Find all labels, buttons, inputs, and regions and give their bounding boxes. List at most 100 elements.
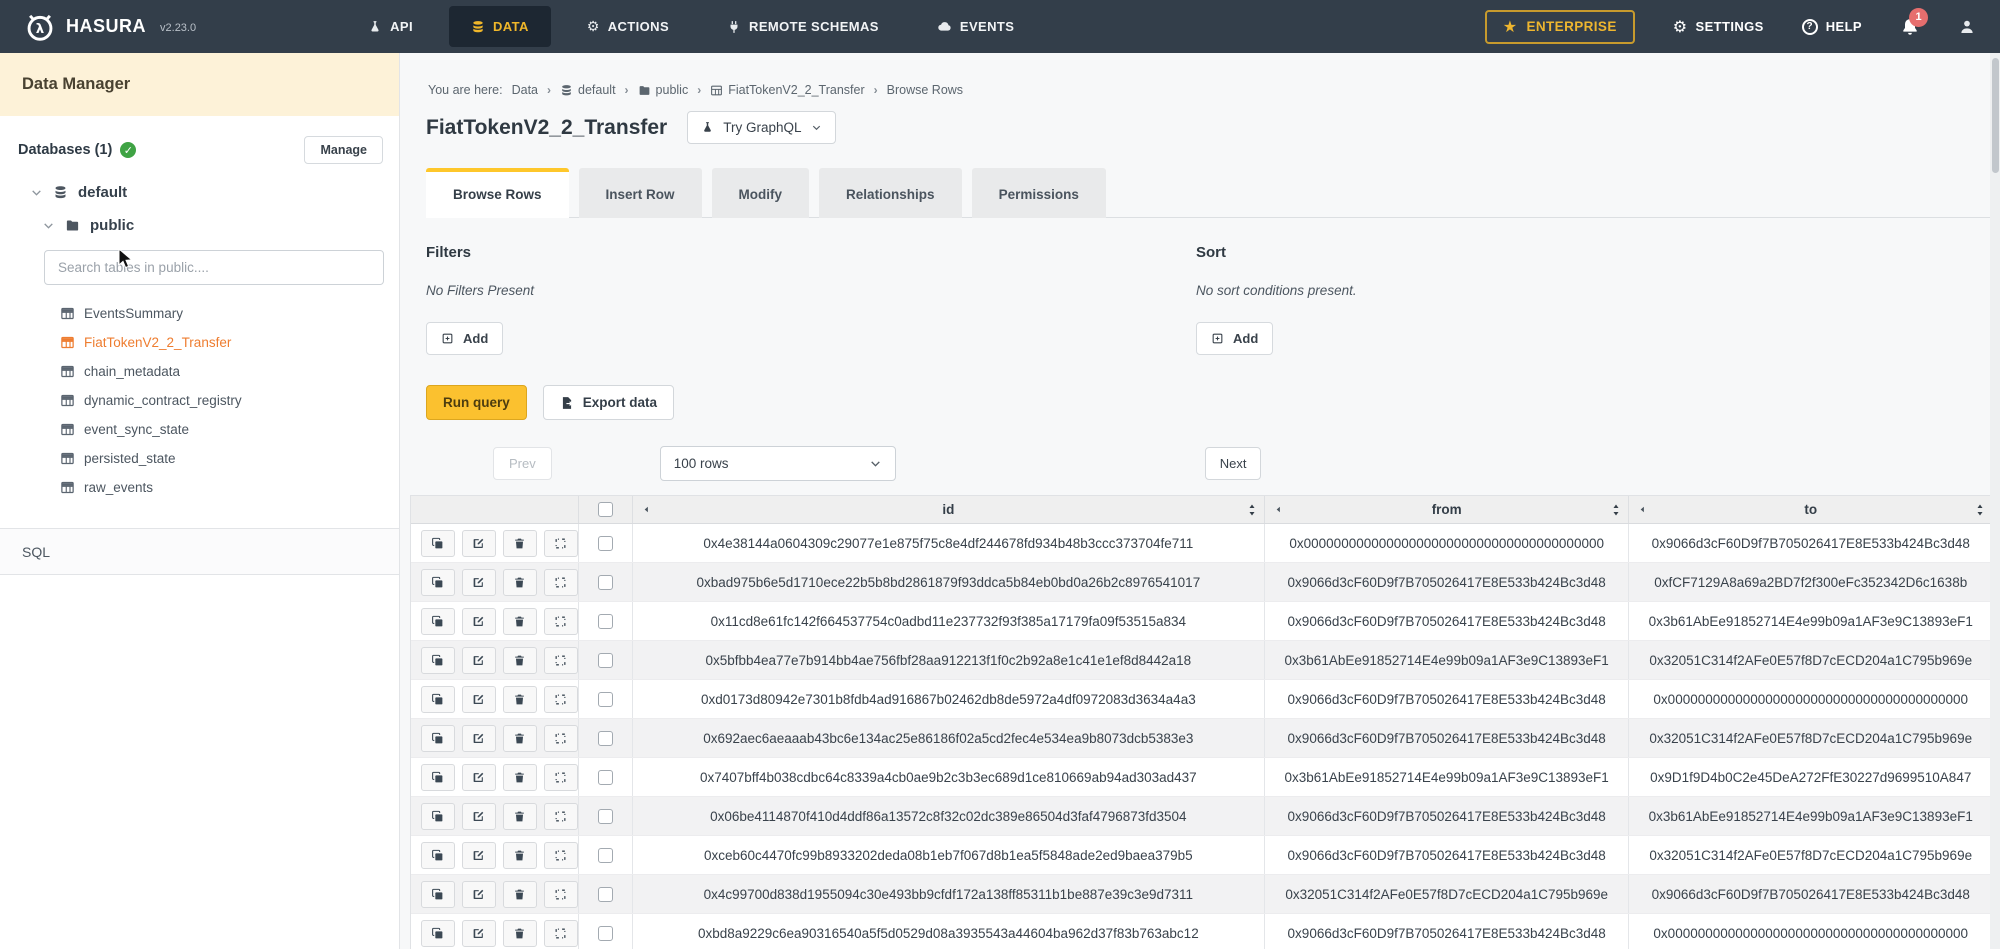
column-header-to[interactable]: to	[1629, 496, 1992, 523]
search-tables-input[interactable]	[44, 250, 384, 285]
row-checkbox[interactable]	[598, 731, 613, 746]
sidebar-table-item[interactable]: event_sync_state	[0, 415, 399, 444]
expand-row-button[interactable]	[544, 920, 578, 947]
clone-row-button[interactable]	[421, 725, 455, 752]
clone-row-button[interactable]	[421, 881, 455, 908]
sort-icon[interactable]	[1974, 503, 1986, 517]
clone-row-button[interactable]	[421, 686, 455, 713]
row-checkbox[interactable]	[598, 887, 613, 902]
row-checkbox[interactable]	[598, 692, 613, 707]
row-checkbox[interactable]	[598, 614, 613, 629]
delete-row-button[interactable]	[503, 764, 537, 791]
clone-row-button[interactable]	[421, 647, 455, 674]
edit-row-button[interactable]	[462, 803, 496, 830]
sidebar-item-default-db[interactable]: default	[30, 184, 399, 201]
sidebar-table-item[interactable]: FiatTokenV2_2_Transfer	[0, 328, 399, 357]
breadcrumb-link-default[interactable]: default	[560, 83, 616, 97]
clone-row-button[interactable]	[421, 842, 455, 869]
delete-row-button[interactable]	[503, 530, 537, 557]
expand-row-button[interactable]	[544, 686, 578, 713]
nav-item-events[interactable]: EVENTS	[915, 6, 1036, 47]
row-checkbox[interactable]	[598, 926, 613, 941]
expand-row-button[interactable]	[544, 569, 578, 596]
clone-row-button[interactable]	[421, 920, 455, 947]
expand-row-button[interactable]	[544, 764, 578, 791]
sidebar-table-item[interactable]: chain_metadata	[0, 357, 399, 386]
column-header-from[interactable]: from	[1265, 496, 1630, 523]
row-checkbox[interactable]	[598, 809, 613, 824]
edit-row-button[interactable]	[462, 608, 496, 635]
row-checkbox[interactable]	[598, 848, 613, 863]
tab-permissions[interactable]: Permissions	[972, 168, 1106, 218]
expand-row-button[interactable]	[544, 803, 578, 830]
expand-row-button[interactable]	[544, 881, 578, 908]
sort-icon[interactable]	[1246, 503, 1258, 517]
expand-row-button[interactable]	[544, 725, 578, 752]
breadcrumb-link-public[interactable]: public	[638, 83, 689, 97]
sidebar-item-sql[interactable]: SQL	[0, 529, 399, 575]
breadcrumb-link-data[interactable]: Data	[512, 83, 538, 97]
sidebar-table-item[interactable]: dynamic_contract_registry	[0, 386, 399, 415]
nav-item-api[interactable]: API	[346, 6, 435, 47]
add-filter-button[interactable]: Add	[426, 322, 503, 355]
clone-row-button[interactable]	[421, 608, 455, 635]
settings-button[interactable]: ⚙ SETTINGS	[1673, 19, 1764, 35]
sort-icon[interactable]	[1610, 503, 1622, 517]
collapse-column-icon[interactable]	[641, 504, 652, 515]
column-header-id[interactable]: id	[633, 496, 1265, 523]
edit-row-button[interactable]	[462, 647, 496, 674]
delete-row-button[interactable]	[503, 686, 537, 713]
delete-row-button[interactable]	[503, 842, 537, 869]
expand-row-button[interactable]	[544, 608, 578, 635]
next-page-button[interactable]: Next	[1205, 447, 1262, 480]
delete-row-button[interactable]	[503, 608, 537, 635]
chevron-down-icon[interactable]	[42, 219, 55, 232]
sidebar-table-item[interactable]: raw_events	[0, 473, 399, 502]
page-size-select[interactable]: 100 rows	[660, 446, 896, 481]
breadcrumb-link-table[interactable]: FiatTokenV2_2_Transfer	[710, 83, 864, 97]
row-checkbox[interactable]	[598, 575, 613, 590]
edit-row-button[interactable]	[462, 764, 496, 791]
tab-modify[interactable]: Modify	[712, 168, 810, 218]
edit-row-button[interactable]	[462, 920, 496, 947]
select-all-checkbox[interactable]	[598, 502, 613, 517]
row-checkbox[interactable]	[598, 536, 613, 551]
edit-row-button[interactable]	[462, 881, 496, 908]
add-sort-button[interactable]: Add	[1196, 322, 1273, 355]
expand-row-button[interactable]	[544, 842, 578, 869]
row-checkbox[interactable]	[598, 653, 613, 668]
export-data-button[interactable]: Export data	[543, 385, 674, 420]
nav-item-actions[interactable]: ⚙ ACTIONS	[565, 6, 691, 47]
enterprise-button[interactable]: ★ ENTERPRISE	[1485, 10, 1635, 44]
delete-row-button[interactable]	[503, 569, 537, 596]
run-query-button[interactable]: Run query	[426, 385, 527, 420]
prev-page-button[interactable]: Prev	[493, 447, 552, 480]
edit-row-button[interactable]	[462, 725, 496, 752]
expand-row-button[interactable]	[544, 647, 578, 674]
clone-row-button[interactable]	[421, 764, 455, 791]
nav-item-remote-schemas[interactable]: REMOTE SCHEMAS	[705, 6, 901, 47]
delete-row-button[interactable]	[503, 647, 537, 674]
collapse-column-icon[interactable]	[1637, 504, 1648, 515]
user-button[interactable]	[1958, 18, 1976, 36]
brand[interactable]: λ HASURA v2.23.0	[24, 11, 196, 43]
tab-insert-row[interactable]: Insert Row	[579, 168, 702, 218]
help-button[interactable]: ? HELP	[1802, 19, 1862, 35]
delete-row-button[interactable]	[503, 803, 537, 830]
delete-row-button[interactable]	[503, 920, 537, 947]
sidebar-table-item[interactable]: EventsSummary	[0, 299, 399, 328]
vertical-scrollbar[interactable]	[1990, 53, 2000, 949]
scrollbar-thumb[interactable]	[1992, 58, 1999, 173]
chevron-down-icon[interactable]	[30, 186, 43, 199]
row-checkbox[interactable]	[598, 770, 613, 785]
notifications-button[interactable]: 1	[1900, 17, 1920, 37]
edit-row-button[interactable]	[462, 569, 496, 596]
collapse-column-icon[interactable]	[1273, 504, 1284, 515]
edit-row-button[interactable]	[462, 686, 496, 713]
try-graphql-button[interactable]: Try GraphQL	[687, 111, 835, 144]
edit-row-button[interactable]	[462, 842, 496, 869]
manage-button[interactable]: Manage	[304, 136, 383, 164]
sidebar-item-public-schema[interactable]: public	[42, 217, 399, 234]
delete-row-button[interactable]	[503, 881, 537, 908]
nav-item-data[interactable]: DATA	[449, 6, 551, 47]
